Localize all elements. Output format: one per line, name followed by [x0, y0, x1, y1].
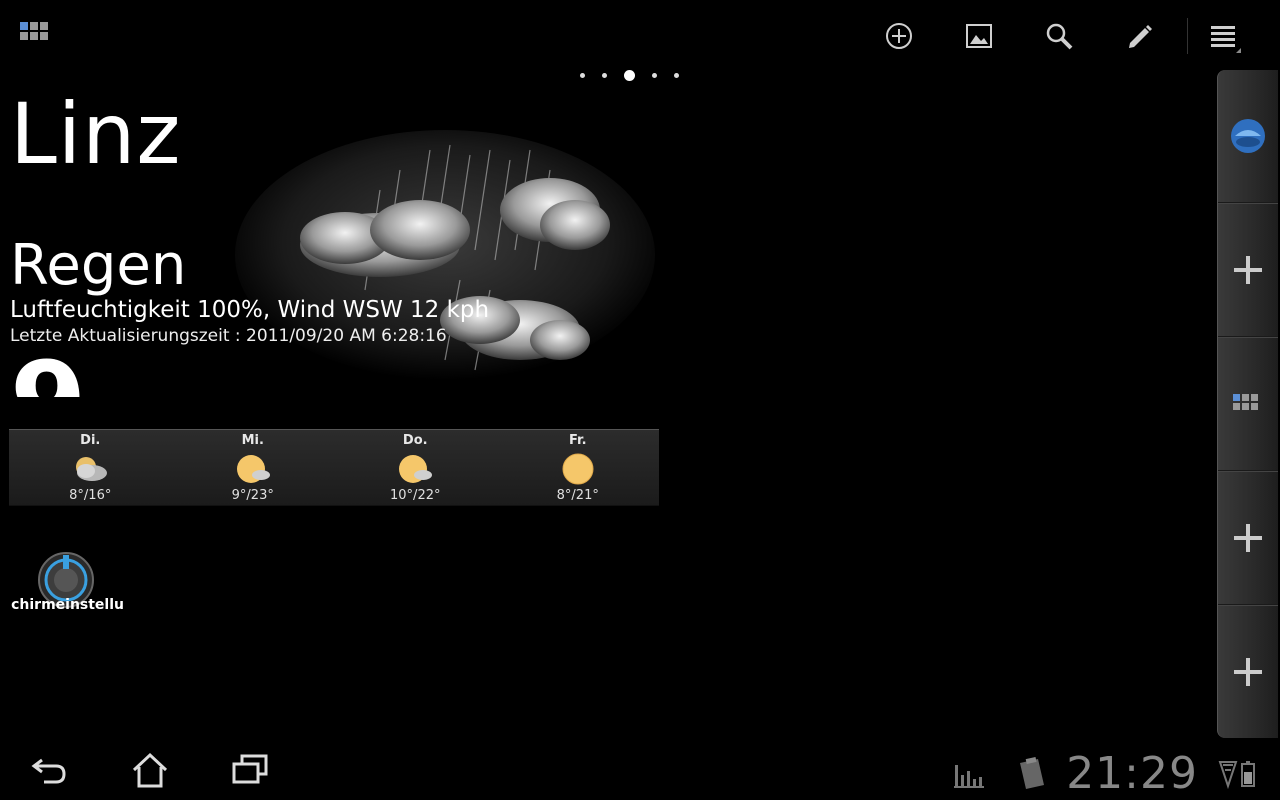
- dock-slot-add[interactable]: [1218, 471, 1278, 605]
- browser-icon: [1231, 119, 1265, 153]
- page-indicator: [580, 70, 679, 81]
- rain-cloud-icon: [235, 130, 655, 380]
- status-area[interactable]: 21:29: [952, 748, 1262, 799]
- partly-sunny-icon: [236, 455, 270, 483]
- home-screen: Linz Regen Luftfeuchtigkeit 100%, Wind W…: [0, 0, 1280, 800]
- page-dot[interactable]: [580, 73, 585, 78]
- forecast-day-name: Do.: [402, 433, 428, 448]
- page-dot[interactable]: [602, 73, 607, 78]
- forecast-day-name: Di.: [80, 433, 101, 448]
- weather-humidity-wind: Luftfeuchtigkeit 100%, Wind WSW 12 kph: [10, 297, 490, 323]
- shortcut-dock: [1217, 70, 1278, 738]
- add-icon: [1234, 658, 1262, 686]
- forecast-day-name: Mi.: [241, 433, 264, 448]
- sunny-icon: [562, 453, 594, 485]
- add-icon: [886, 23, 912, 49]
- add-widget-button[interactable]: [859, 14, 939, 58]
- search-icon: [1046, 23, 1073, 50]
- stats-icon: [954, 764, 985, 788]
- forecast-day: Fr. 8°/21°: [497, 430, 660, 505]
- recent-apps-icon: [232, 754, 268, 784]
- forecast-temps: 10°/22°: [390, 488, 441, 503]
- add-icon: [1234, 256, 1262, 284]
- home-icon: [132, 752, 168, 788]
- system-navigation-bar: [20, 745, 280, 795]
- forecast-temps: 8°/21°: [556, 488, 599, 503]
- page-dot[interactable]: [652, 73, 657, 78]
- wallpaper-icon: [966, 24, 992, 48]
- edit-button[interactable]: [1099, 14, 1179, 58]
- signal-battery-icon: [1218, 760, 1255, 789]
- forecast-day: Do. 10°/22°: [334, 430, 497, 505]
- dock-slot-add[interactable]: [1218, 203, 1278, 337]
- edit-icon: [1129, 25, 1152, 48]
- top-action-bar: [859, 14, 1252, 58]
- action-separator: [1187, 18, 1188, 54]
- page-dot[interactable]: [674, 73, 679, 78]
- search-button[interactable]: [1019, 14, 1099, 58]
- current-temperature: 9 °C: [10, 347, 210, 397]
- forecast-day-name: Fr.: [568, 433, 587, 448]
- weather-forecast[interactable]: Di. 8°/16° Mi. 9°/23° Do. 10°/22° Fr. 8°…: [9, 429, 659, 506]
- wallpaper-button[interactable]: [939, 14, 1019, 58]
- forecast-temps: 8°/16°: [69, 488, 112, 503]
- page-dot-active[interactable]: [624, 70, 635, 81]
- menu-icon: [1211, 26, 1241, 53]
- clipboard-icon: [1020, 756, 1045, 789]
- forecast-day: Di. 8°/16°: [9, 430, 172, 505]
- weather-condition: Regen: [10, 233, 187, 298]
- all-apps-icon[interactable]: [16, 18, 56, 48]
- add-icon: [1234, 524, 1262, 552]
- home-button[interactable]: [120, 745, 180, 795]
- dock-slot-apps[interactable]: [1218, 337, 1278, 471]
- weather-last-update: Letzte Aktualisierungszeit : 2011/09/20 …: [10, 326, 447, 346]
- recent-apps-button[interactable]: [220, 745, 280, 795]
- current-temperature-clip: 9 °C: [10, 345, 210, 397]
- forecast-temps: 9°/23°: [231, 488, 274, 503]
- back-icon: [31, 758, 66, 784]
- dock-slot-add[interactable]: [1218, 605, 1278, 738]
- cloudy-icon: [76, 457, 108, 481]
- apps-icon: [1233, 394, 1258, 410]
- menu-button[interactable]: [1196, 14, 1252, 58]
- forecast-day: Mi. 9°/23°: [172, 430, 335, 505]
- back-button[interactable]: [20, 745, 80, 795]
- partly-sunny-icon: [399, 455, 433, 483]
- weather-city: Linz: [10, 85, 182, 183]
- settings-shortcut-label[interactable]: chirmeinstellu: [0, 597, 124, 613]
- status-clock: 21:29: [1066, 748, 1198, 799]
- dock-slot-browser[interactable]: [1218, 70, 1278, 203]
